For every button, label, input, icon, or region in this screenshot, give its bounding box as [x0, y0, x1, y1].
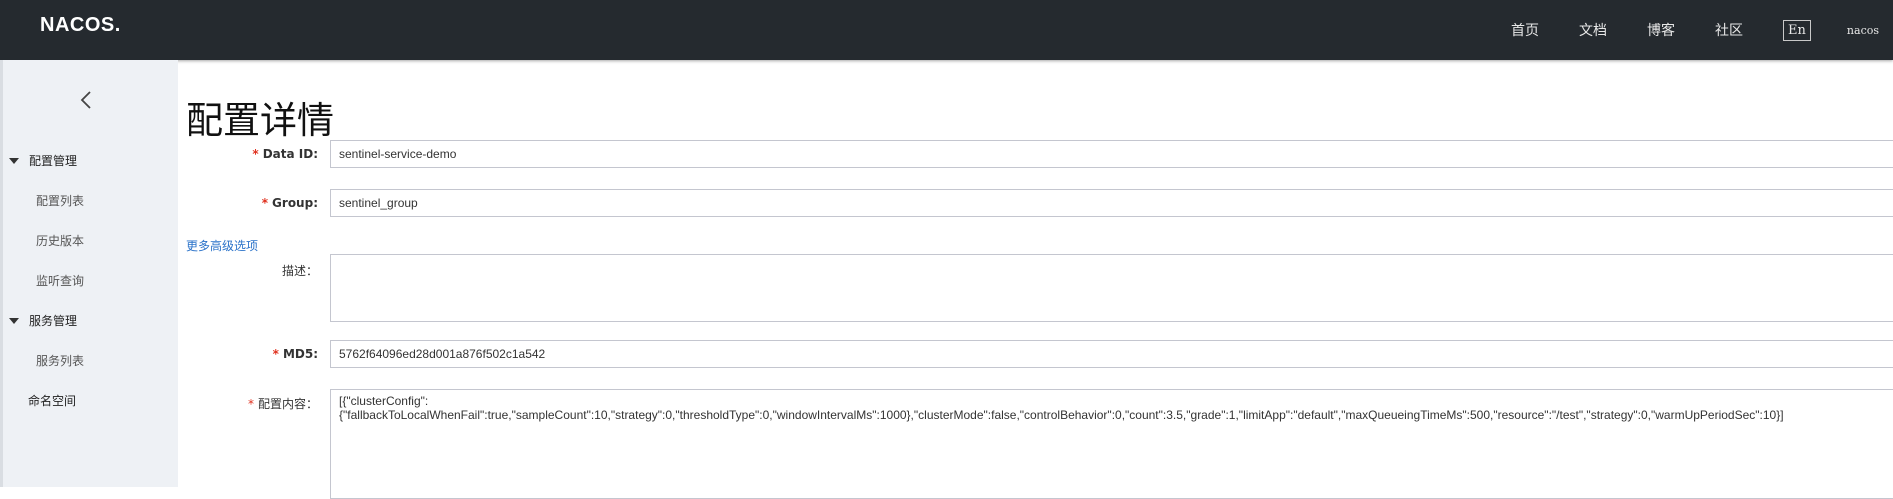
user-name[interactable]: nacos [1847, 24, 1879, 37]
group-label: * Group: [261, 196, 318, 210]
required-star: * [252, 147, 259, 161]
nacos-logo[interactable]: NACOS. [40, 14, 121, 37]
more-advanced-options-link[interactable]: 更多高级选项 [186, 237, 258, 254]
caret-down-icon [9, 317, 19, 324]
data-id-input[interactable]: sentinel-service-demo [330, 140, 1893, 168]
nav-blog-link[interactable]: 博客 [1647, 20, 1675, 40]
sidebar: 配置管理 配置列表 历史版本 监听查询 服务管理 服务列表 命名空间 [0, 60, 178, 487]
sidebar-group-label: 服务管理 [29, 314, 78, 328]
language-switch-button[interactable]: En [1783, 19, 1811, 41]
required-star: * [272, 347, 279, 361]
caret-down-icon [9, 157, 19, 164]
nav-docs-link[interactable]: 文档 [1579, 20, 1607, 40]
sidebar-item-namespace[interactable]: 命名空间 [28, 392, 76, 409]
config-content-editor[interactable]: [{"clusterConfig": {"fallbackToLocalWhen… [330, 389, 1893, 499]
sidebar-item-config-list[interactable]: 配置列表 [36, 192, 84, 209]
md5-label: * MD5: [272, 347, 318, 361]
required-star: * [261, 196, 269, 210]
sidebar-group-config[interactable]: 配置管理 [9, 152, 77, 169]
required-star: * [247, 397, 254, 411]
data-id-label: * Data ID: [252, 147, 318, 161]
sidebar-group-label: 配置管理 [29, 154, 78, 168]
top-header: NACOS. 首页 文档 博客 社区 En nacos [0, 0, 1893, 60]
md5-input[interactable]: 5762f64096ed28d001a876f502c1a542 [330, 340, 1893, 368]
description-label: 描述： [281, 264, 318, 278]
sidebar-item-listen-query[interactable]: 监听查询 [36, 272, 84, 289]
sidebar-item-service-list[interactable]: 服务列表 [36, 352, 84, 369]
top-nav: 首页 文档 博客 社区 En nacos [1511, 0, 1893, 60]
sidebar-group-service[interactable]: 服务管理 [9, 312, 77, 329]
chevron-left-icon[interactable] [77, 90, 97, 110]
content-label: * 配置内容： [247, 397, 318, 411]
nav-home-link[interactable]: 首页 [1511, 20, 1539, 40]
description-textarea[interactable] [330, 254, 1893, 322]
sidebar-item-history[interactable]: 历史版本 [36, 232, 84, 249]
nav-community-link[interactable]: 社区 [1715, 20, 1743, 40]
group-input[interactable]: sentinel_group [330, 189, 1893, 217]
page-title: 配置详情 [186, 99, 334, 142]
